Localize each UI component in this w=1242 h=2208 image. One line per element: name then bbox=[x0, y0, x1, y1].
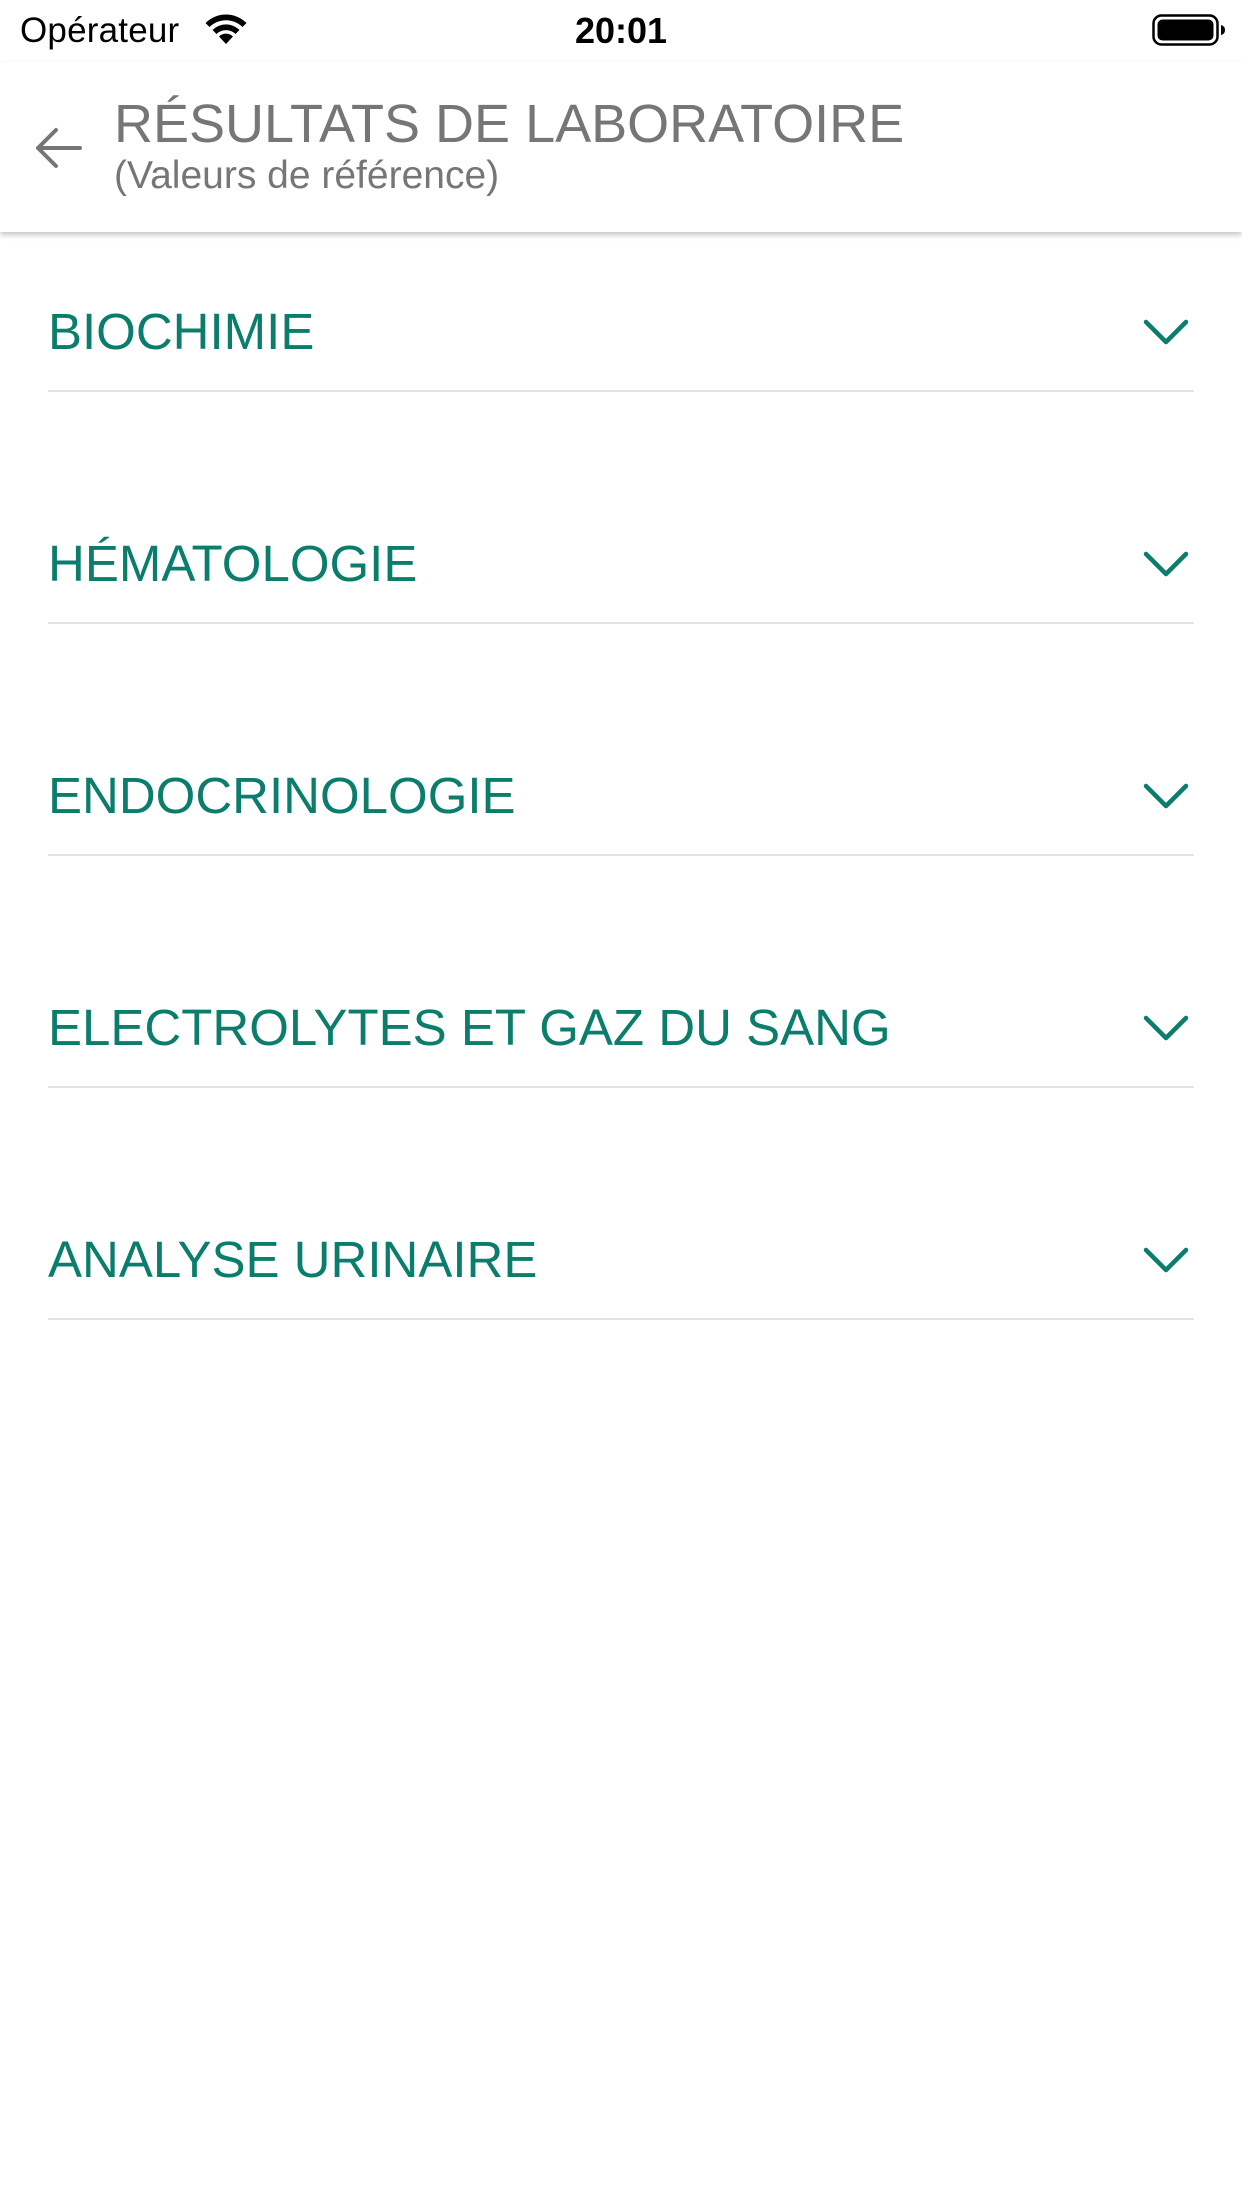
accordion-item-label: ELECTROLYTES ET GAZ DU SANG bbox=[48, 999, 891, 1056]
accordion-item-analyse-urinaire[interactable]: ANALYSE URINAIRE bbox=[48, 1160, 1194, 1320]
app-header: RÉSULTATS DE LABORATOIRE (Valeurs de réf… bbox=[0, 62, 1242, 232]
chevron-down-icon bbox=[1143, 783, 1189, 809]
category-list: BIOCHIMIE HÉMATOLOGIE ENDOCRINOLOGIE ELE… bbox=[48, 232, 1194, 1392]
chevron-down-icon bbox=[1143, 1015, 1189, 1041]
battery-icon bbox=[1152, 14, 1225, 46]
accordion-item-electrolytes[interactable]: ELECTROLYTES ET GAZ DU SANG bbox=[48, 928, 1194, 1088]
page-subtitle: (Valeurs de référence) bbox=[114, 154, 500, 197]
accordion-item-hematologie[interactable]: HÉMATOLOGIE bbox=[48, 464, 1194, 624]
chevron-down-icon bbox=[1143, 1247, 1189, 1273]
accordion-item-endocrinologie[interactable]: ENDOCRINOLOGIE bbox=[48, 696, 1194, 856]
chevron-down-icon bbox=[1143, 551, 1189, 577]
status-bar: Opérateur 20:01 bbox=[0, 0, 1242, 62]
back-button[interactable] bbox=[22, 112, 94, 184]
accordion-item-label: ANALYSE URINAIRE bbox=[48, 1231, 538, 1288]
accordion-item-label: BIOCHIMIE bbox=[48, 303, 315, 360]
arrow-left-icon bbox=[36, 128, 82, 168]
accordion-item-biochimie[interactable]: BIOCHIMIE bbox=[48, 232, 1194, 392]
page-title: RÉSULTATS DE LABORATOIRE bbox=[114, 94, 905, 154]
accordion-item-label: ENDOCRINOLOGIE bbox=[48, 767, 516, 824]
chevron-down-icon bbox=[1143, 319, 1189, 345]
accordion-item-label: HÉMATOLOGIE bbox=[48, 535, 418, 592]
status-time: 20:01 bbox=[574, 10, 668, 51]
